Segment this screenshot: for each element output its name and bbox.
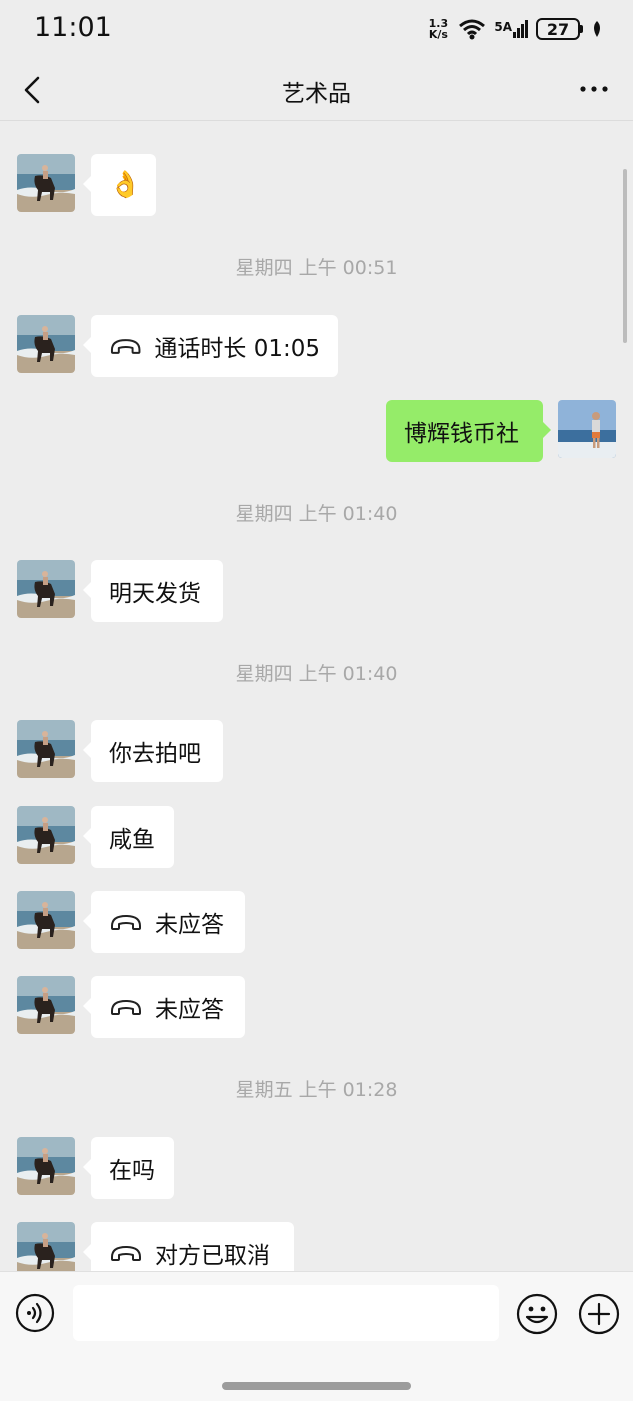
- message-input[interactable]: [73, 1285, 499, 1341]
- contact-avatar[interactable]: [17, 1222, 75, 1271]
- home-indicator[interactable]: [222, 1382, 411, 1390]
- contact-avatar[interactable]: [17, 154, 75, 212]
- call-message-bubble[interactable]: 未应答: [83, 976, 245, 1038]
- plus-icon[interactable]: [578, 1293, 620, 1335]
- contact-avatar[interactable]: [17, 560, 75, 618]
- status-bar: 11:01 1.3 K/s 5A 27: [0, 0, 633, 60]
- phone-handset-icon: [111, 1000, 141, 1015]
- net-speed: 1.3 K/s: [426, 18, 450, 40]
- chat-timestamp: 星期四 上午 01:40: [235, 663, 398, 685]
- phone-handset-icon: [111, 1246, 141, 1261]
- battery-icon: 27: [536, 18, 583, 40]
- contact-avatar[interactable]: [17, 720, 75, 778]
- message-bubble[interactable]: 咸鱼: [83, 806, 174, 868]
- call-message-bubble[interactable]: 通话时长 01:05: [83, 315, 338, 377]
- chat-timestamp: 星期五 上午 01:28: [235, 1079, 398, 1101]
- chat-timestamp: 星期四 上午 01:40: [235, 503, 398, 525]
- message-text: 通话时长 01:05: [154, 336, 320, 362]
- self-avatar[interactable]: [558, 400, 616, 458]
- more-dots-icon[interactable]: [579, 76, 609, 102]
- signal-icon: 5A: [494, 20, 528, 38]
- status-icons: 1.3 K/s 5A 27: [426, 14, 603, 44]
- chat-area[interactable]: 👌 星期四 上午 00:51 通话时长 01:05 博辉钱币社 星期四 上午 0…: [0, 121, 633, 1271]
- contact-avatar[interactable]: [17, 891, 75, 949]
- contact-avatar[interactable]: [17, 315, 75, 373]
- net-speed-unit: K/s: [428, 28, 448, 41]
- message-bubble[interactable]: 👌: [83, 154, 156, 216]
- message-text: 未应答: [155, 997, 224, 1023]
- call-message-bubble[interactable]: 对方已取消: [83, 1222, 294, 1271]
- message-text: 未应答: [155, 912, 224, 938]
- call-message-bubble[interactable]: 未应答: [83, 891, 245, 953]
- message-bubble[interactable]: 在吗: [83, 1137, 174, 1199]
- chat-header: 艺术品: [0, 60, 633, 121]
- chat-timestamp: 星期四 上午 00:51: [235, 257, 398, 279]
- leaf-icon: [594, 21, 600, 37]
- message-bubble[interactable]: 博辉钱币社: [386, 400, 551, 462]
- contact-avatar[interactable]: [17, 1137, 75, 1195]
- chat-title: 艺术品: [282, 81, 351, 107]
- message-text: 咸鱼: [109, 827, 155, 853]
- phone-handset-icon: [110, 339, 141, 354]
- battery-level: 27: [536, 18, 580, 40]
- network-label: 5A: [494, 20, 512, 34]
- voice-icon[interactable]: [15, 1293, 55, 1333]
- message-text: 博辉钱币社: [404, 421, 519, 447]
- contact-avatar[interactable]: [17, 976, 75, 1034]
- contact-avatar[interactable]: [17, 806, 75, 864]
- message-bubble[interactable]: 明天发货: [83, 560, 223, 622]
- status-time: 11:01: [34, 12, 112, 43]
- message-text: 在吗: [109, 1158, 155, 1184]
- message-bubble[interactable]: 你去拍吧: [83, 720, 223, 782]
- emoji-face-icon[interactable]: [516, 1293, 558, 1335]
- message-text: 你去拍吧: [109, 741, 201, 767]
- phone-handset-icon: [111, 915, 141, 930]
- message-text: 对方已取消: [155, 1243, 270, 1269]
- message-text: 👌: [109, 170, 142, 200]
- message-text: 明天发货: [109, 581, 201, 607]
- wifi-icon: [459, 19, 486, 40]
